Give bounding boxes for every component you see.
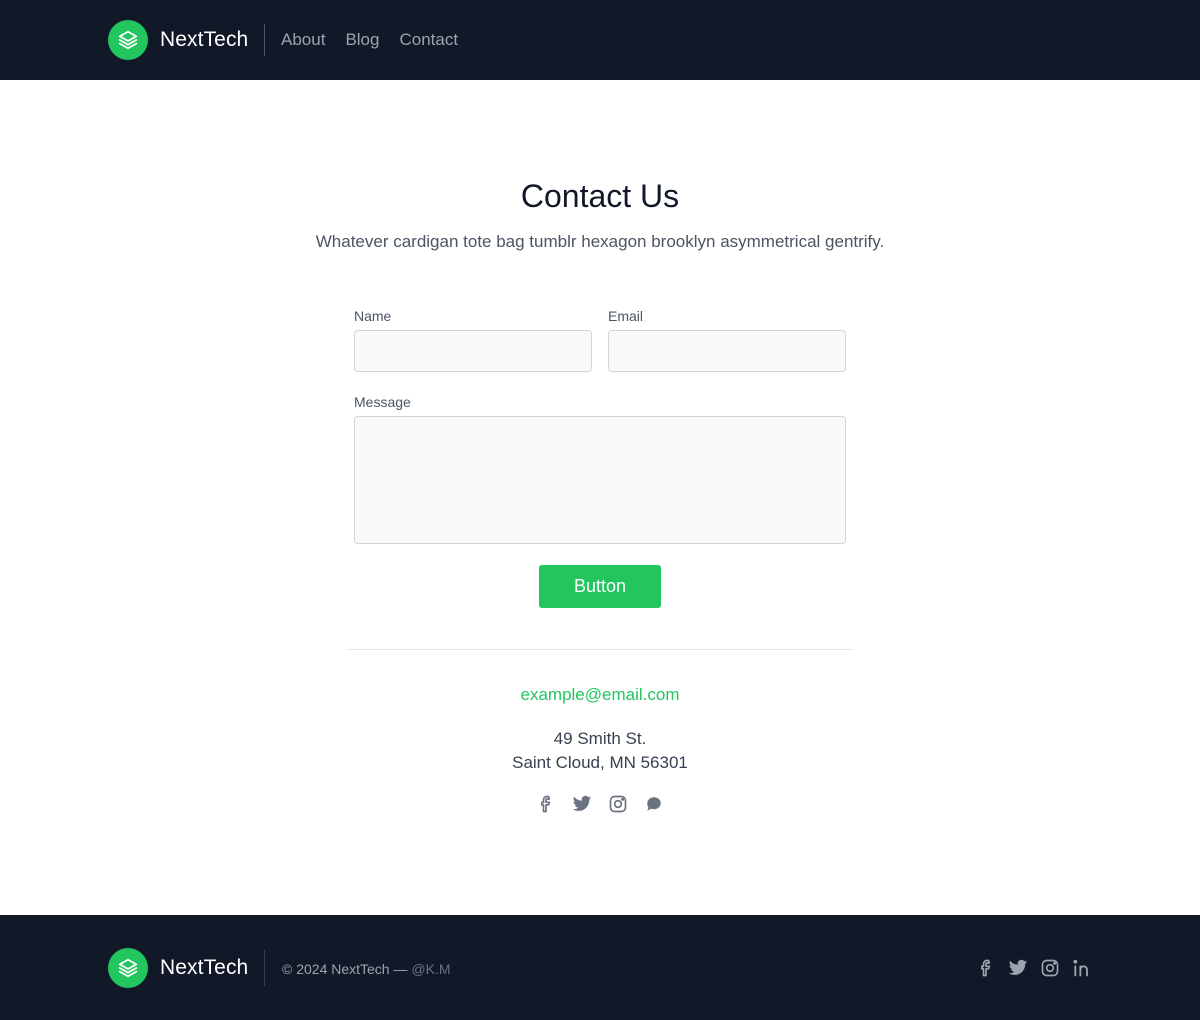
brand-name: NextTech xyxy=(160,28,249,51)
address-line-1: 49 Smith St. xyxy=(553,729,647,748)
email-label: Email xyxy=(608,308,644,324)
main-nav: About Blog Contact xyxy=(281,28,478,52)
facebook-icon[interactable] xyxy=(534,793,558,815)
message-label: Message xyxy=(354,394,411,410)
instagram-icon[interactable] xyxy=(606,793,630,815)
author-handle-link[interactable]: @K.M xyxy=(411,961,450,977)
nav-link-about[interactable]: About xyxy=(281,28,325,52)
twitter-icon[interactable] xyxy=(1006,957,1030,979)
header-divider xyxy=(264,24,265,56)
site-header: NextTech About Blog Contact xyxy=(0,0,1200,80)
message-textarea[interactable] xyxy=(354,416,846,544)
copyright-label: © 2024 NextTech — xyxy=(282,961,412,977)
page-title: Contact Us xyxy=(520,178,680,214)
address-line-2: Saint Cloud, MN 56301 xyxy=(512,753,688,772)
nav-link-contact[interactable]: Contact xyxy=(399,28,458,52)
contact-email-link[interactable]: example@email.com xyxy=(0,683,1200,707)
nav-link-blog[interactable]: Blog xyxy=(345,28,379,52)
twitter-icon[interactable] xyxy=(570,793,594,815)
copyright-text: © 2024 NextTech — @K.M xyxy=(282,959,451,979)
brand-logo-link[interactable]: NextTech xyxy=(108,20,248,60)
footer-social-links xyxy=(974,957,1102,979)
page-subtitle: Whatever cardigan tote bag tumblr hexago… xyxy=(315,232,885,251)
section-divider xyxy=(347,649,853,650)
name-input[interactable] xyxy=(354,330,592,372)
submit-button[interactable]: Button xyxy=(539,565,661,608)
footer-brand-name: NextTech xyxy=(160,956,249,979)
footer-divider xyxy=(264,950,265,986)
name-label: Name xyxy=(354,308,392,324)
layers-icon xyxy=(108,948,148,988)
contact-social-links xyxy=(534,793,678,815)
site-footer: NextTech © 2024 NextTech — @K.M xyxy=(0,915,1200,1020)
linkedin-icon[interactable] xyxy=(1070,957,1094,979)
chat-icon[interactable] xyxy=(642,793,666,815)
email-input[interactable] xyxy=(608,330,846,372)
footer-brand-link[interactable]: NextTech xyxy=(108,948,248,988)
layers-icon xyxy=(108,20,148,60)
instagram-icon[interactable] xyxy=(1038,957,1062,979)
facebook-icon[interactable] xyxy=(974,957,998,979)
